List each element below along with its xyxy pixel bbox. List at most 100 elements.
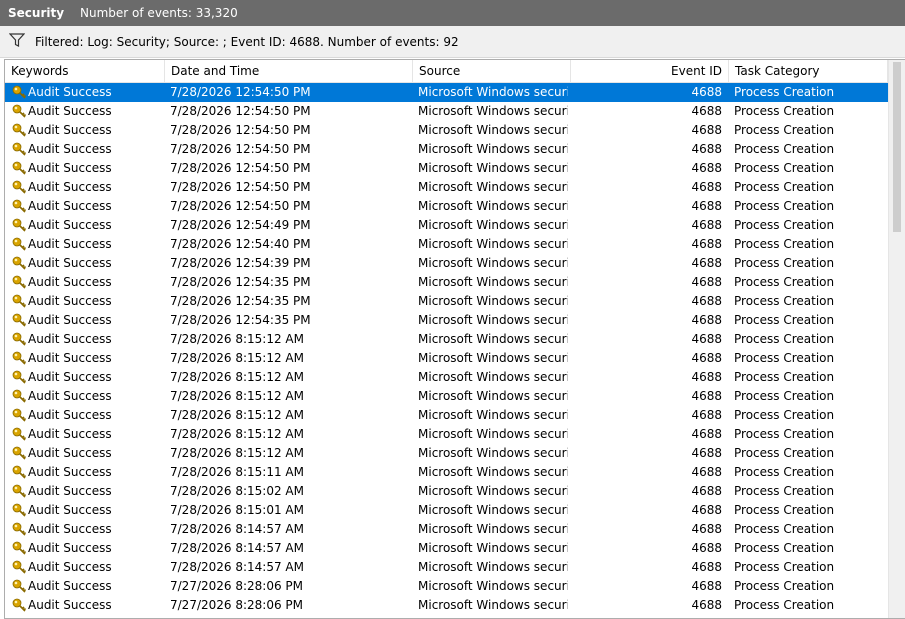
event-id-cell: 4688: [691, 85, 722, 99]
key-icon: [12, 484, 28, 501]
table-row[interactable]: Audit Success 7/28/2026 8:15:01 AM Microso…: [5, 501, 888, 520]
task-category-cell: Process Creation: [734, 560, 835, 574]
source-cell: Microsoft Windows securi...: [418, 427, 568, 441]
events-grid[interactable]: Keywords Date and Time Source Event ID T…: [4, 59, 905, 619]
date-time-cell: 7/28/2026 12:54:40 PM: [170, 237, 311, 251]
event-id-cell: 4688: [691, 503, 722, 517]
table-row[interactable]: Audit Success 7/28/2026 12:54:39 PM Micros…: [5, 254, 888, 273]
date-time-cell: 7/28/2026 12:54:35 PM: [170, 294, 311, 308]
key-icon: [12, 313, 28, 330]
keywords-text: Audit Success: [28, 199, 112, 213]
keywords-text: Audit Success: [28, 123, 112, 137]
key-icon: [12, 370, 28, 387]
table-row[interactable]: Audit Success 7/27/2026 8:28:06 PM Microso…: [5, 596, 888, 615]
column-header-date-time[interactable]: Date and Time: [165, 60, 413, 82]
table-row[interactable]: Audit Success 7/28/2026 12:54:49 PM Micros…: [5, 216, 888, 235]
task-category-cell: Process Creation: [734, 104, 835, 118]
date-time-cell: 7/28/2026 12:54:50 PM: [170, 123, 311, 137]
table-row[interactable]: Audit Success 7/28/2026 12:54:50 PM Micros…: [5, 102, 888, 121]
key-icon: [12, 199, 28, 216]
table-row[interactable]: Audit Success 7/28/2026 12:54:35 PM Micros…: [5, 311, 888, 330]
key-icon: [12, 237, 28, 254]
table-row[interactable]: Audit Success 7/28/2026 12:54:40 PM Micros…: [5, 235, 888, 254]
table-row[interactable]: Audit Success 7/28/2026 12:54:50 PM Micros…: [5, 140, 888, 159]
keywords-text: Audit Success: [28, 275, 112, 289]
keywords-cell: Audit Success: [8, 197, 164, 216]
vertical-scrollbar[interactable]: [888, 60, 905, 618]
keywords-text: Audit Success: [28, 142, 112, 156]
source-cell: Microsoft Windows securi...: [418, 256, 568, 270]
key-icon: [12, 465, 28, 482]
keywords-cell: Audit Success: [8, 406, 164, 425]
keywords-cell: Audit Success: [8, 254, 164, 273]
keywords-cell: Audit Success: [8, 292, 164, 311]
table-row[interactable]: Audit Success 7/28/2026 8:15:11 AM Microso…: [5, 463, 888, 482]
event-id-cell: 4688: [691, 256, 722, 270]
date-time-cell: 7/28/2026 12:54:50 PM: [170, 85, 311, 99]
keywords-cell: Audit Success: [8, 235, 164, 254]
table-row[interactable]: Audit Success 7/28/2026 8:14:57 AM Microso…: [5, 539, 888, 558]
keywords-cell: Audit Success: [8, 482, 164, 501]
keywords-cell: Audit Success: [8, 216, 164, 235]
table-row[interactable]: Audit Success 7/28/2026 12:54:35 PM Micros…: [5, 292, 888, 311]
keywords-text: Audit Success: [28, 446, 112, 460]
table-row[interactable]: Audit Success 7/28/2026 8:15:12 AM Microso…: [5, 349, 888, 368]
key-icon: [12, 522, 28, 539]
table-row[interactable]: Audit Success 7/28/2026 8:15:12 AM Microso…: [5, 368, 888, 387]
table-row[interactable]: Audit Success 7/28/2026 8:15:12 AM Microso…: [5, 406, 888, 425]
task-category-cell: Process Creation: [734, 389, 835, 403]
date-time-cell: 7/28/2026 8:15:01 AM: [170, 503, 304, 517]
keywords-cell: Audit Success: [8, 102, 164, 121]
event-id-cell: 4688: [691, 142, 722, 156]
event-id-cell: 4688: [691, 199, 722, 213]
task-category-cell: Process Creation: [734, 237, 835, 251]
event-id-cell: 4688: [691, 237, 722, 251]
table-row[interactable]: Audit Success 7/28/2026 8:15:12 AM Microso…: [5, 330, 888, 349]
table-row[interactable]: Audit Success 7/28/2026 12:54:50 PM Micros…: [5, 197, 888, 216]
table-row[interactable]: Audit Success 7/28/2026 12:54:50 PM Micros…: [5, 159, 888, 178]
table-row[interactable]: Audit Success 7/27/2026 8:28:06 PM Microso…: [5, 577, 888, 596]
date-time-cell: 7/27/2026 8:28:06 PM: [170, 579, 304, 593]
keywords-text: Audit Success: [28, 484, 112, 498]
date-time-cell: 7/28/2026 8:15:12 AM: [170, 389, 304, 403]
key-icon: [12, 256, 28, 273]
log-title: Security: [8, 6, 65, 20]
event-id-cell: 4688: [691, 104, 722, 118]
column-header-source[interactable]: Source: [413, 60, 571, 82]
scrollbar-thumb[interactable]: [893, 62, 901, 232]
table-row[interactable]: Audit Success 7/28/2026 8:14:57 AM Microso…: [5, 558, 888, 577]
source-cell: Microsoft Windows securi...: [418, 389, 568, 403]
event-id-cell: 4688: [691, 351, 722, 365]
date-time-cell: 7/28/2026 8:15:12 AM: [170, 446, 304, 460]
column-header-keywords[interactable]: Keywords: [5, 60, 165, 82]
table-row[interactable]: Audit Success 7/28/2026 12:54:35 PM Micros…: [5, 273, 888, 292]
keywords-cell: Audit Success: [8, 159, 164, 178]
key-icon: [12, 180, 28, 197]
table-row[interactable]: Audit Success 7/28/2026 8:15:12 AM Microso…: [5, 444, 888, 463]
source-cell: Microsoft Windows securi...: [418, 85, 568, 99]
column-header-event-id[interactable]: Event ID: [571, 60, 729, 82]
date-time-cell: 7/28/2026 12:54:50 PM: [170, 142, 311, 156]
table-row[interactable]: Audit Success 7/28/2026 12:54:50 PM Micros…: [5, 121, 888, 140]
task-category-cell: Process Creation: [734, 465, 835, 479]
task-category-cell: Process Creation: [734, 332, 835, 346]
table-row[interactable]: Audit Success 7/28/2026 8:15:12 AM Microso…: [5, 425, 888, 444]
table-row[interactable]: Audit Success 7/28/2026 8:15:02 AM Microso…: [5, 482, 888, 501]
keywords-cell: Audit Success: [8, 387, 164, 406]
keywords-text: Audit Success: [28, 560, 112, 574]
source-cell: Microsoft Windows securi...: [418, 560, 568, 574]
table-row[interactable]: Audit Success 7/28/2026 12:54:50 PM Micros…: [5, 83, 888, 102]
date-time-cell: 7/28/2026 8:15:12 AM: [170, 351, 304, 365]
table-row[interactable]: Audit Success 7/28/2026 8:14:57 AM Microso…: [5, 520, 888, 539]
source-cell: Microsoft Windows securi...: [418, 142, 568, 156]
keywords-cell: Audit Success: [8, 121, 164, 140]
date-time-cell: 7/28/2026 8:14:57 AM: [170, 522, 304, 536]
column-header-task-category[interactable]: Task Category: [729, 60, 888, 82]
date-time-cell: 7/28/2026 8:15:12 AM: [170, 332, 304, 346]
table-row[interactable]: Audit Success 7/28/2026 8:15:12 AM Microso…: [5, 387, 888, 406]
task-category-cell: Process Creation: [734, 446, 835, 460]
table-row[interactable]: Audit Success 7/28/2026 12:54:50 PM Micros…: [5, 178, 888, 197]
column-header-row: Keywords Date and Time Source Event ID T…: [5, 60, 888, 83]
source-cell: Microsoft Windows securi...: [418, 579, 568, 593]
task-category-cell: Process Creation: [734, 294, 835, 308]
